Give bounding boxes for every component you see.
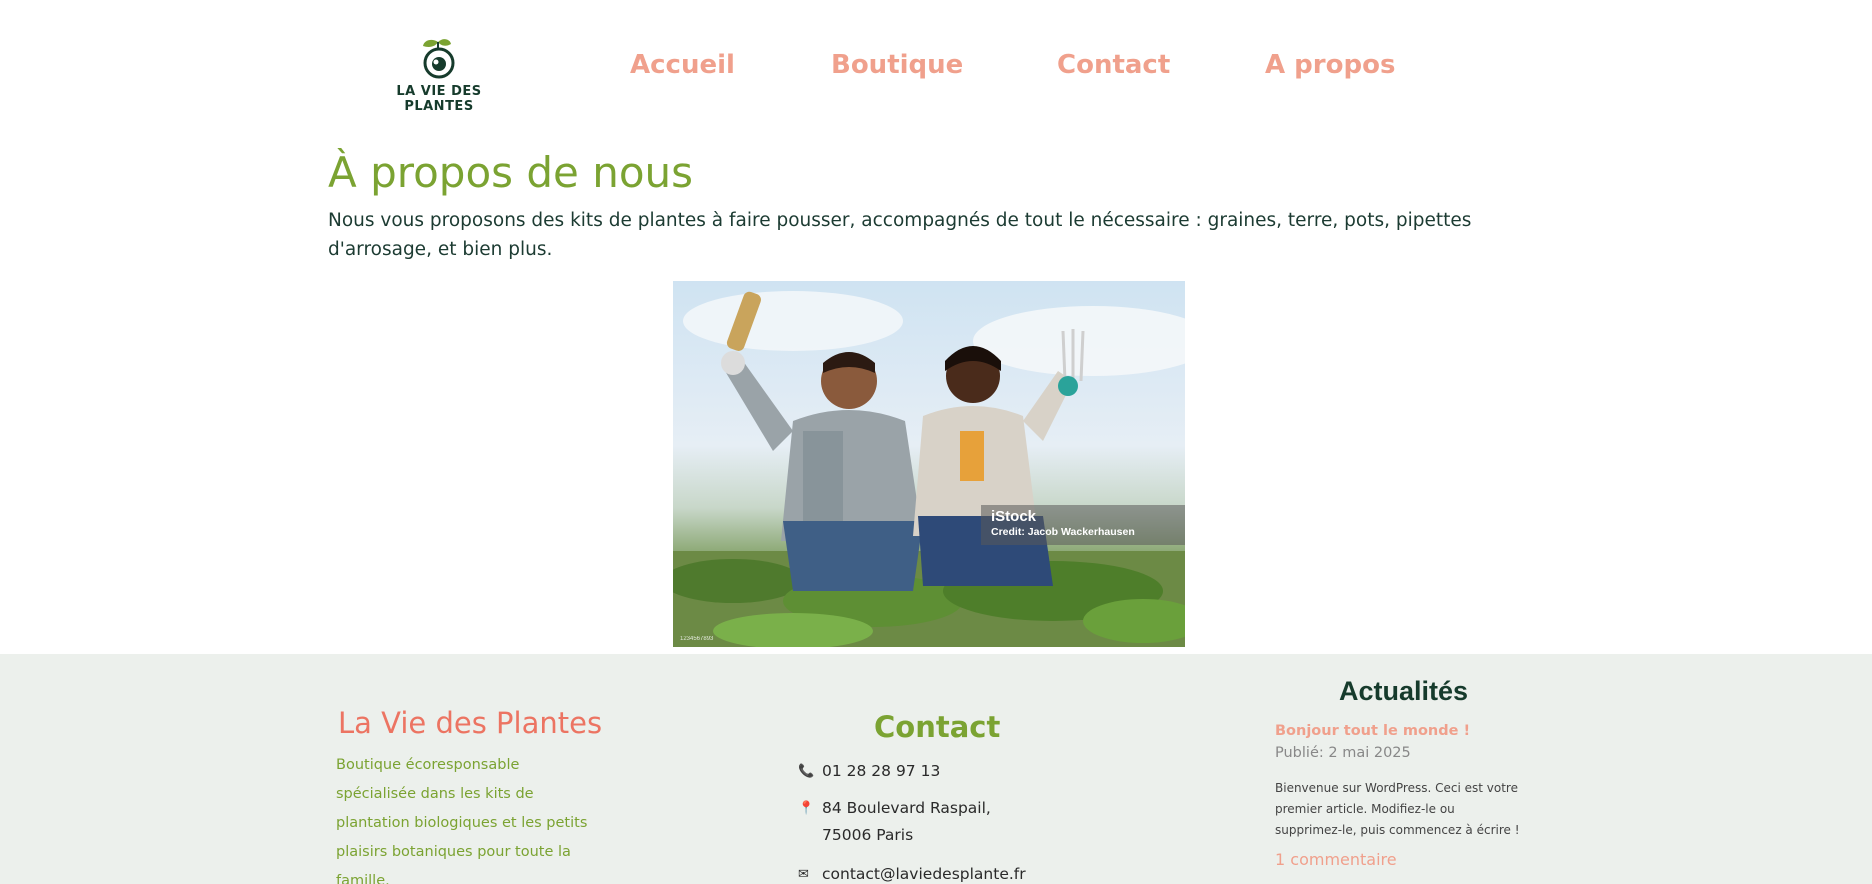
footer-brand-name: La Vie des Plantes — [338, 706, 603, 740]
site-logo[interactable]: LA VIE DES PLANTES — [396, 36, 482, 116]
news-post-excerpt: Bienvenue sur WordPress. Ceci est votre … — [1275, 781, 1520, 837]
news-post-title[interactable]: Bonjour tout le monde ! — [1275, 723, 1470, 739]
contact-email[interactable]: contact@laviedesplante.fr — [822, 861, 1032, 884]
contact-phone-row: 📞 01 28 28 97 13 — [798, 758, 1032, 785]
news-post-comments-link[interactable]: 1 commentaire — [1275, 850, 1397, 869]
contact-address: 84 Boulevard Raspail, 75006 Paris — [822, 799, 991, 844]
logo-line-1: LA VIE DES — [396, 84, 482, 99]
nav-a-propos[interactable]: A propos — [1265, 50, 1395, 80]
envelope-icon: ✉ — [798, 867, 809, 882]
gardeners-illustration — [673, 291, 1185, 647]
hero-photo: iStock Credit: Jacob Wackerhausen 123456… — [673, 281, 1185, 647]
istock-watermark: iStock Credit: Jacob Wackerhausen — [981, 505, 1185, 545]
footer-news-title: Actualités — [1339, 676, 1469, 706]
contact-address-row: 📍 84 Boulevard Raspail, 75006 Paris — [798, 795, 1032, 849]
intro-text: Nous vous proposons des kits de plantes … — [328, 210, 1472, 260]
nav-boutique[interactable]: Boutique — [831, 50, 963, 80]
phone-icon: 📞 — [798, 764, 815, 779]
watermark-credit: Credit: Jacob Wackerhausen — [991, 526, 1135, 538]
contact-phone[interactable]: 01 28 28 97 13 — [822, 758, 1032, 785]
contact-email-row: ✉ contact@laviedesplante.fr — [798, 861, 1032, 884]
nav-contact[interactable]: Contact — [1057, 50, 1170, 80]
watermark-id: 1234567893 — [680, 636, 714, 642]
page-title: À propos de nous — [328, 148, 694, 197]
news-post-date: Publié: 2 mai 2025 — [1275, 745, 1411, 761]
nav-accueil[interactable]: Accueil — [630, 50, 735, 80]
site-header: LA VIE DES PLANTES Accueil Boutique Cont… — [0, 0, 1872, 130]
footer-contact-title: Contact — [874, 710, 1001, 744]
sprout-logo-icon — [423, 39, 455, 79]
logo-line-2: PLANTES — [404, 99, 474, 114]
map-pin-icon: 📍 — [798, 801, 815, 816]
watermark-brand: iStock — [991, 508, 1037, 525]
footer-brand-description: Boutique écoresponsable spécialisée dans… — [336, 757, 588, 884]
